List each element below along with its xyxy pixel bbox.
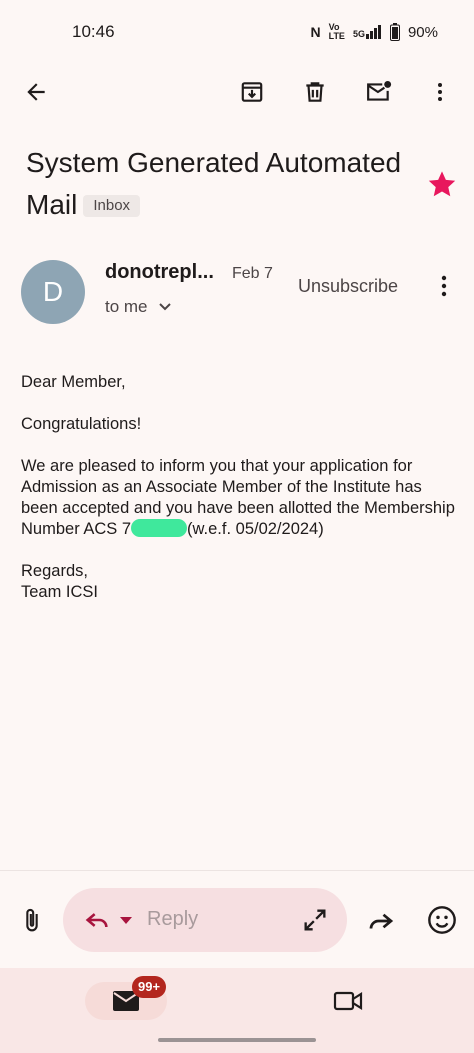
inbox-label[interactable]: Inbox xyxy=(83,195,141,217)
trash-icon xyxy=(306,82,324,102)
reply-placeholder: Reply xyxy=(147,908,199,930)
status-icons: N Vo LTE 5G 90% xyxy=(310,23,438,41)
body-paragraph-part2: (w.e.f. 05/02/2024) xyxy=(187,520,324,538)
status-time: 10:46 xyxy=(72,22,115,41)
more-vert-icon xyxy=(438,83,442,101)
sender-name[interactable]: donotrepl... xyxy=(105,261,214,284)
emoji-icon[interactable] xyxy=(426,904,458,936)
archive-button[interactable] xyxy=(234,74,270,110)
nfc-icon: N xyxy=(310,24,321,40)
archive-icon xyxy=(241,82,263,102)
reply-field[interactable]: Reply xyxy=(63,888,347,952)
chevron-down-icon xyxy=(158,303,171,311)
sender-avatar[interactable]: D xyxy=(21,260,85,324)
email-toolbar xyxy=(0,66,474,118)
body-greeting: Dear Member, xyxy=(21,373,126,391)
mark-unread-button[interactable] xyxy=(361,74,397,110)
unread-count-badge: 99+ xyxy=(132,976,167,998)
video-icon[interactable] xyxy=(332,986,364,1016)
volte-icon: Vo LTE xyxy=(328,22,345,41)
signal-icon: 5G xyxy=(353,25,382,39)
sender-more-icon[interactable] xyxy=(432,272,456,300)
recipient-text: to me xyxy=(105,297,148,316)
email-subject: System Generated Automated Mail Inbox xyxy=(26,142,416,226)
email-date: Feb 7 xyxy=(232,265,273,282)
reply-bar: Reply xyxy=(0,886,474,956)
subject-text: System Generated Automated Mail xyxy=(26,147,402,220)
arrow-back-icon xyxy=(27,83,45,101)
email-body: Dear Member, Congratulations! We are ple… xyxy=(21,372,461,603)
forward-icon[interactable] xyxy=(366,906,396,936)
battery-percent: 90% xyxy=(407,23,438,41)
recipient-details-toggle[interactable]: to me xyxy=(105,297,172,317)
status-bar: 10:46 N Vo LTE 5G 90% xyxy=(0,0,474,64)
back-button[interactable] xyxy=(18,74,54,110)
body-signature: Team ICSI xyxy=(21,583,99,601)
mark-unread-icon xyxy=(367,80,392,101)
home-indicator[interactable] xyxy=(158,1038,316,1042)
body-congrats: Congratulations! xyxy=(21,415,142,433)
reply-icon xyxy=(85,913,108,928)
delete-button[interactable] xyxy=(297,74,333,110)
battery-icon xyxy=(389,23,400,41)
expand-icon[interactable] xyxy=(301,906,329,934)
body-closing: Regards, xyxy=(21,562,88,580)
redaction-mark xyxy=(131,519,188,537)
caret-down-icon[interactable] xyxy=(119,913,133,927)
body-paragraph: We are pleased to inform you that your a… xyxy=(21,456,461,540)
divider xyxy=(0,870,474,871)
more-options-button[interactable] xyxy=(422,74,458,110)
attachment-icon[interactable] xyxy=(18,906,46,936)
unsubscribe-button[interactable]: Unsubscribe xyxy=(298,276,398,297)
star-icon[interactable] xyxy=(426,168,458,200)
